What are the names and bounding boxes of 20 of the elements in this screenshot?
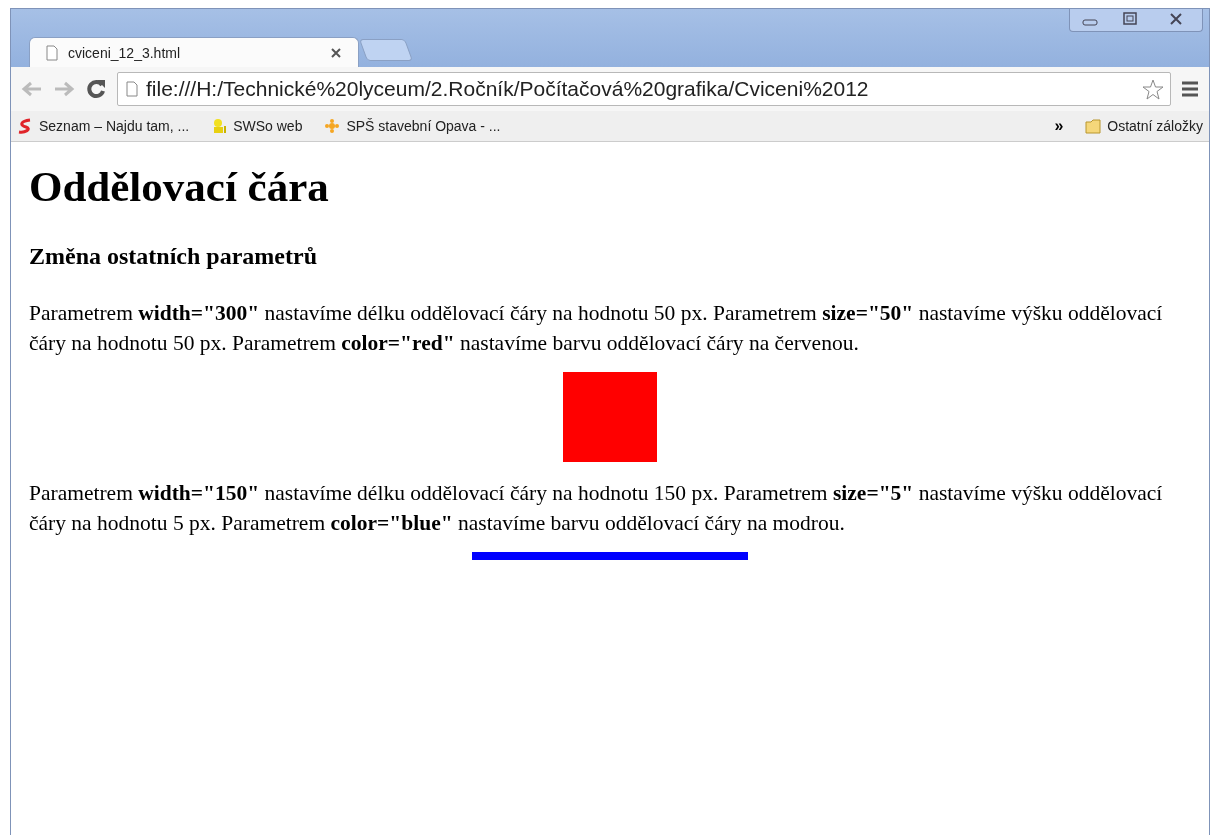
bookmark-item[interactable]: SPŠ stavební Opava - ... bbox=[324, 118, 501, 134]
page-heading: Oddělovací čára bbox=[29, 162, 330, 211]
paragraph: Parametrem width="150" nastavíme délku oddělovací čáry na hodnotu 150 px. Parametrem size="5" nastavíme výšku oddělovací čáry na hodnotu 5 px. Parametrem color="blue" nastavíme barvu oddělovací čáry na modrou. bbox=[29, 480, 1164, 537]
more-bookmarks-button[interactable]: » bbox=[1054, 117, 1064, 135]
bookmark-item[interactable]: SWSo web bbox=[211, 118, 303, 134]
other-bookmarks-folder[interactable]: Ostatní záložky bbox=[1085, 118, 1203, 134]
address-field[interactable]: file:///H:/Technické%20lyceum/2.Ročník/Počítačová%20grafika/Cviceni%2012 bbox=[117, 72, 1171, 106]
browser-tab[interactable]: cviceni_12_3.html bbox=[29, 37, 359, 67]
star-icon bbox=[1142, 78, 1164, 100]
page-icon bbox=[124, 81, 140, 97]
page-icon bbox=[44, 44, 60, 61]
flower-icon bbox=[324, 118, 341, 134]
reload-icon[interactable] bbox=[85, 78, 107, 100]
bookmark-item[interactable]: Seznam – Najdu tam, ... bbox=[17, 118, 190, 134]
s-logo-icon bbox=[17, 118, 33, 134]
paragraph: Parametrem width="300" nastavíme délku oddělovací čáry na hodnotu 50 px. Parametrem size="50" nastavíme výšku oddělovací čáry na hodnotu 50 px. Parametrem color="red" nastavíme barvu oddělovací čáry na červenou. bbox=[29, 300, 1164, 357]
section-heading: Změna ostatních parametrů bbox=[29, 243, 318, 270]
person-icon bbox=[211, 118, 228, 134]
menu-icon[interactable] bbox=[1181, 81, 1199, 97]
folder-icon bbox=[1085, 118, 1102, 134]
